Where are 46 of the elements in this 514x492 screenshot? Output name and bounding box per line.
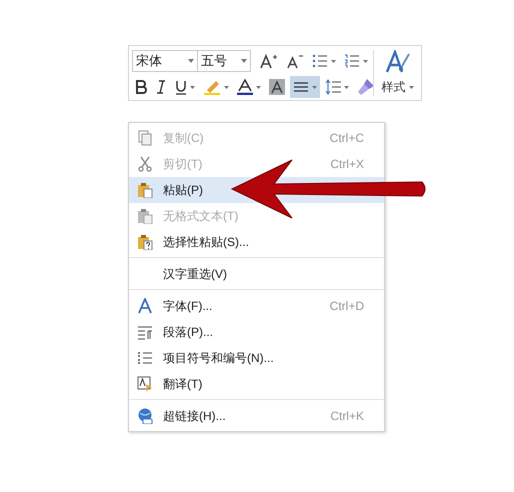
menu-item[interactable]: 项目符号和编号(N)... [129, 345, 384, 371]
globe-link-icon [137, 408, 153, 424]
shaded-letter-button[interactable] [266, 76, 288, 98]
paintbrush-icon [357, 78, 375, 96]
clipboard-question-icon [137, 234, 153, 250]
shaded-letter-icon [269, 79, 285, 95]
copy-icon [137, 130, 153, 146]
numbered-list-icon [344, 53, 360, 69]
font-size-dropdown[interactable]: 五号 [196, 50, 252, 72]
font-color-icon [237, 79, 253, 95]
letter-a-icon [137, 298, 153, 314]
paragraph-icon [137, 324, 153, 340]
font-name-dropdown[interactable]: 宋体 [132, 50, 198, 72]
caret-icon [408, 86, 414, 88]
caret-icon [241, 59, 248, 63]
bold-icon [135, 79, 147, 95]
menu-item[interactable]: 翻译(T) [129, 371, 384, 397]
caret-icon [344, 86, 349, 88]
caret-icon [224, 86, 229, 88]
align-lines-button[interactable] [290, 76, 320, 98]
menu-item[interactable]: 选择性粘贴(S)... [129, 229, 384, 255]
caret-icon [312, 86, 317, 88]
font-color-button[interactable] [234, 76, 264, 98]
menu-item[interactable]: 超链接(H)... Ctrl+K [129, 399, 384, 429]
menu-item[interactable]: 字体(F)... Ctrl+D [129, 289, 384, 319]
highlighter-icon [203, 79, 221, 95]
menu-item[interactable]: 汉字重选(V) [129, 257, 384, 287]
translate-icon [137, 376, 153, 392]
italic-icon [155, 79, 167, 95]
bullet-list-icon [137, 350, 153, 366]
bullet-list-icon [312, 53, 328, 69]
styles-button[interactable]: 样式 [374, 46, 421, 100]
menu-item[interactable]: 段落(P)... [129, 319, 384, 345]
underline-icon [175, 79, 187, 95]
shrink-font-icon [286, 53, 304, 69]
grow-font-icon [260, 53, 278, 69]
caret-icon [188, 59, 194, 63]
caret-icon [331, 60, 336, 62]
caret-icon [190, 86, 195, 88]
caret-icon [256, 86, 261, 88]
clipboard-icon [137, 208, 153, 224]
caret-icon [363, 60, 368, 62]
styles-icon [384, 50, 410, 74]
scissors-icon [137, 156, 153, 172]
clipboard-icon [137, 182, 153, 198]
line-spacing-icon [325, 79, 341, 95]
